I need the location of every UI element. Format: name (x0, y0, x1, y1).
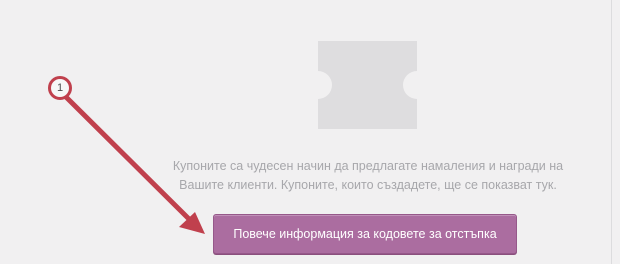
coupon-ticket-icon (318, 41, 417, 129)
empty-state-message-line-2: Вашите клиенти. Купоните, които създадет… (179, 178, 557, 192)
empty-state-message-line-1: Купоните са чудесен начин да предлагате … (172, 159, 564, 173)
empty-state-message: Купоните са чудесен начин да предлагате … (140, 157, 596, 195)
panel-right-border (611, 0, 612, 264)
step-number-badge: 1 (48, 76, 72, 100)
learn-more-coupons-button-label: Повече информация за кодовете за отстъпк… (233, 227, 497, 241)
step-number: 1 (56, 82, 64, 94)
learn-more-coupons-button[interactable]: Повече информация за кодовете за отстъпк… (213, 214, 517, 254)
